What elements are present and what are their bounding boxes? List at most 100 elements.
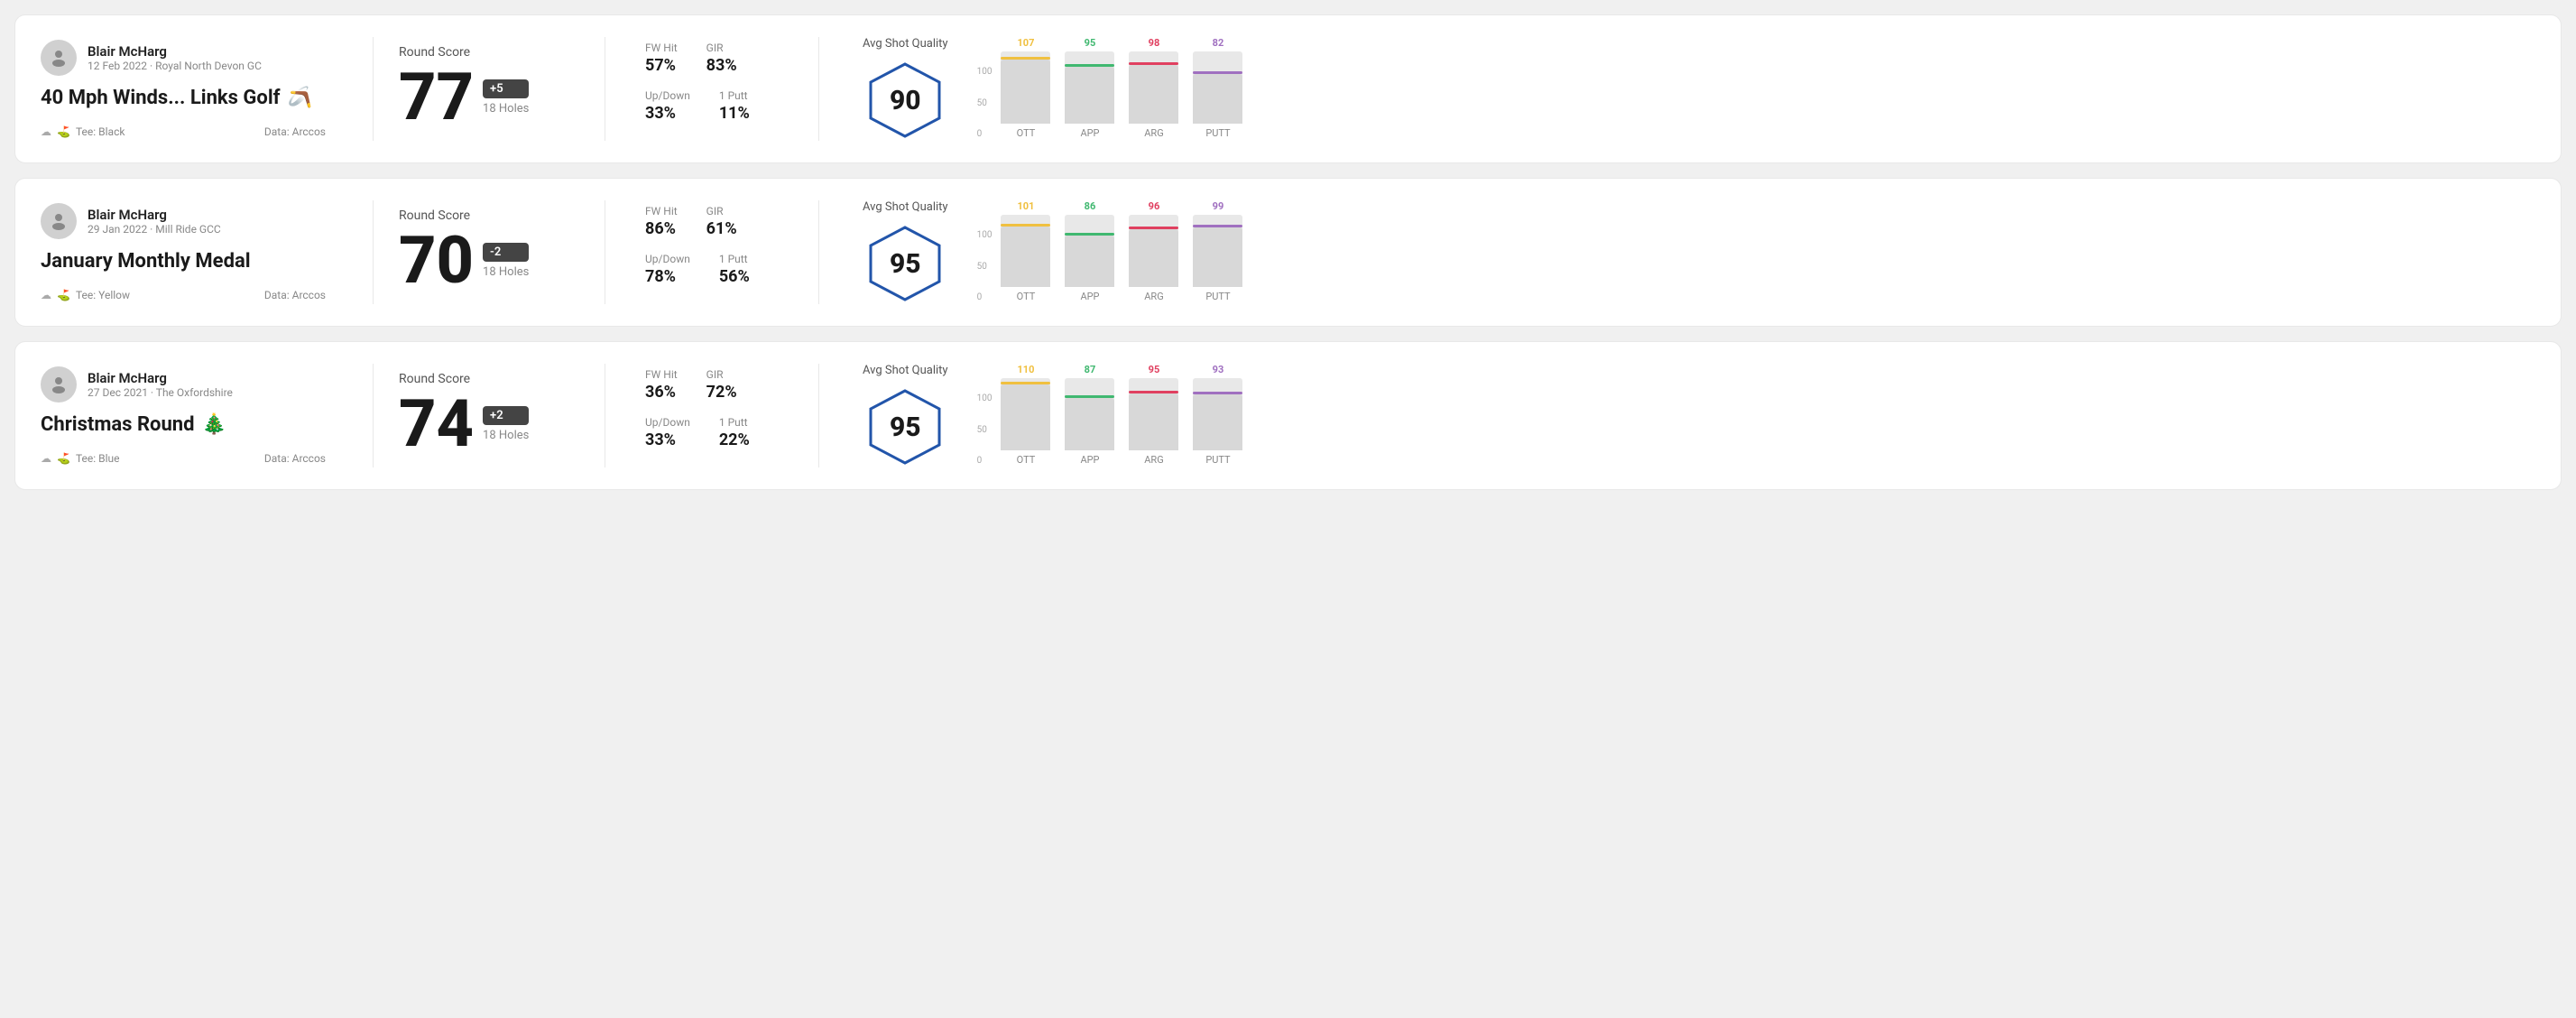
bar-area bbox=[1193, 378, 1242, 450]
gir-value: 72% bbox=[706, 383, 737, 402]
bar-value: 99 bbox=[1193, 200, 1242, 212]
fw-hit-stat: FW Hit 86% bbox=[645, 205, 678, 238]
card-left: Blair McHarg 27 Dec 2021 · The Oxfordshi… bbox=[41, 366, 347, 465]
bar-group-app: 87 APP bbox=[1065, 364, 1114, 466]
bar-group-putt: 82 PUTT bbox=[1193, 37, 1242, 139]
round-score-label: Round Score bbox=[399, 45, 579, 60]
user-info: Blair McHarg 12 Feb 2022 · Royal North D… bbox=[88, 43, 262, 72]
user-info: Blair McHarg 27 Dec 2021 · The Oxfordshi… bbox=[88, 370, 233, 399]
gir-stat: GIR 83% bbox=[706, 42, 737, 75]
bar-value: 93 bbox=[1193, 364, 1242, 375]
bar-x-label: ARG bbox=[1129, 127, 1178, 139]
y-axis: 100 50 0 bbox=[977, 67, 993, 139]
round-title: January Monthly Medal bbox=[41, 250, 326, 273]
bar-group-arg: 96 ARG bbox=[1129, 200, 1178, 302]
bar-group-putt: 99 PUTT bbox=[1193, 200, 1242, 302]
bar-chart: 100 50 0 107 OTT 95 bbox=[977, 37, 1243, 139]
gir-label: GIR bbox=[706, 205, 737, 217]
score-main: 70 -2 18 Holes bbox=[399, 228, 579, 293]
bar-area bbox=[1001, 378, 1050, 450]
score-number: 74 bbox=[399, 392, 474, 457]
avg-shot-quality-value: 95 bbox=[890, 248, 921, 280]
round-score-label: Round Score bbox=[399, 208, 579, 223]
round-card-card1: Blair McHarg 12 Feb 2022 · Royal North D… bbox=[14, 14, 2562, 163]
bar-chart-inner: 100 50 0 101 OTT 86 bbox=[977, 200, 1243, 302]
fw-hit-value: 57% bbox=[645, 56, 678, 75]
gir-stat: GIR 72% bbox=[706, 368, 737, 402]
stat-row-1: FW Hit 57% GIR 83% bbox=[645, 42, 793, 75]
oneputt-label: 1 Putt bbox=[719, 253, 750, 265]
updown-label: Up/Down bbox=[645, 253, 690, 265]
user-row: Blair McHarg 29 Jan 2022 · Mill Ride GCC bbox=[41, 203, 326, 239]
stat-row-1: FW Hit 36% GIR 72% bbox=[645, 368, 793, 402]
score-main: 74 +2 18 Holes bbox=[399, 392, 579, 457]
holes-text: 18 Holes bbox=[483, 429, 529, 442]
bar-group-putt: 93 PUTT bbox=[1193, 364, 1242, 466]
bag-icon: ⛳ bbox=[57, 452, 70, 465]
user-row: Blair McHarg 12 Feb 2022 · Royal North D… bbox=[41, 40, 326, 76]
stats-section: FW Hit 57% GIR 83% Up/Down 33% 1 Putt bbox=[631, 42, 793, 137]
oneputt-label: 1 Putt bbox=[719, 89, 750, 102]
oneputt-value: 56% bbox=[719, 267, 750, 286]
bar-value: 87 bbox=[1065, 364, 1114, 375]
bar-x-label: ARG bbox=[1129, 454, 1178, 466]
bar-chart-inner: 100 50 0 107 OTT 95 bbox=[977, 37, 1243, 139]
card-footer: ☁ ⛳ Tee: Blue Data: Arccos bbox=[41, 452, 326, 465]
y-axis: 100 50 0 bbox=[977, 393, 993, 466]
updown-label: Up/Down bbox=[645, 89, 690, 102]
bar-x-label: PUTT bbox=[1193, 454, 1242, 466]
fw-hit-value: 86% bbox=[645, 219, 678, 238]
bar-area bbox=[1129, 51, 1178, 124]
bag-icon: ⛳ bbox=[57, 125, 70, 138]
stat-row-2: Up/Down 33% 1 Putt 22% bbox=[645, 416, 793, 449]
score-diff-badge: +5 bbox=[483, 79, 529, 98]
divider-3 bbox=[818, 364, 819, 467]
bar-x-label: APP bbox=[1065, 454, 1114, 466]
chart-section: Avg Shot Quality 95 100 bbox=[845, 364, 2535, 467]
gir-value: 61% bbox=[706, 219, 737, 238]
round-title: 40 Mph Winds... Links Golf 🪃 bbox=[41, 87, 326, 109]
score-number: 77 bbox=[399, 65, 474, 130]
round-emoji: 🎄 bbox=[202, 413, 226, 436]
oneputt-stat: 1 Putt 56% bbox=[719, 253, 750, 286]
divider-1 bbox=[373, 37, 374, 141]
tee-info: ☁ ⛳ Tee: Black bbox=[41, 125, 125, 138]
y-axis: 100 50 0 bbox=[977, 230, 993, 302]
bar-x-label: PUTT bbox=[1193, 291, 1242, 302]
bar-area bbox=[1193, 215, 1242, 287]
avg-shot-quality-value: 90 bbox=[890, 85, 921, 116]
bar-area bbox=[1065, 215, 1114, 287]
avatar bbox=[41, 40, 77, 76]
bar-x-label: OTT bbox=[1001, 127, 1050, 139]
cloud-icon: ☁ bbox=[41, 125, 51, 138]
bars-container: 101 OTT 86 APP 96 ARG 99 bbox=[1001, 200, 1242, 302]
bar-value: 95 bbox=[1065, 37, 1114, 49]
bar-area bbox=[1129, 378, 1178, 450]
bar-x-label: OTT bbox=[1001, 291, 1050, 302]
bar-group-arg: 95 ARG bbox=[1129, 364, 1178, 466]
bar-x-label: APP bbox=[1065, 291, 1114, 302]
user-icon bbox=[48, 47, 69, 69]
chart-section: Avg Shot Quality 95 100 bbox=[845, 200, 2535, 304]
gir-stat: GIR 61% bbox=[706, 205, 737, 238]
divider-1 bbox=[373, 200, 374, 304]
oneputt-stat: 1 Putt 22% bbox=[719, 416, 750, 449]
bar-area bbox=[1193, 51, 1242, 124]
round-card-card3: Blair McHarg 27 Dec 2021 · The Oxfordshi… bbox=[14, 341, 2562, 490]
bar-area bbox=[1001, 215, 1050, 287]
score-section: Round Score 74 +2 18 Holes bbox=[399, 372, 579, 460]
bar-value: 86 bbox=[1065, 200, 1114, 212]
hexagon: 90 bbox=[864, 60, 946, 141]
updown-stat: Up/Down 33% bbox=[645, 89, 690, 123]
avg-shot-quality-label: Avg Shot Quality bbox=[863, 37, 948, 51]
fw-hit-label: FW Hit bbox=[645, 205, 678, 217]
fw-hit-value: 36% bbox=[645, 383, 678, 402]
bar-area bbox=[1065, 378, 1114, 450]
data-source: Data: Arccos bbox=[264, 125, 326, 138]
tee-label: Tee: Black bbox=[76, 125, 125, 138]
oneputt-value: 22% bbox=[719, 430, 750, 449]
round-score-label: Round Score bbox=[399, 372, 579, 386]
score-badge: -2 18 Holes bbox=[483, 243, 529, 279]
score-number: 70 bbox=[399, 228, 474, 293]
bars-container: 107 OTT 95 APP 98 ARG 82 bbox=[1001, 37, 1242, 139]
